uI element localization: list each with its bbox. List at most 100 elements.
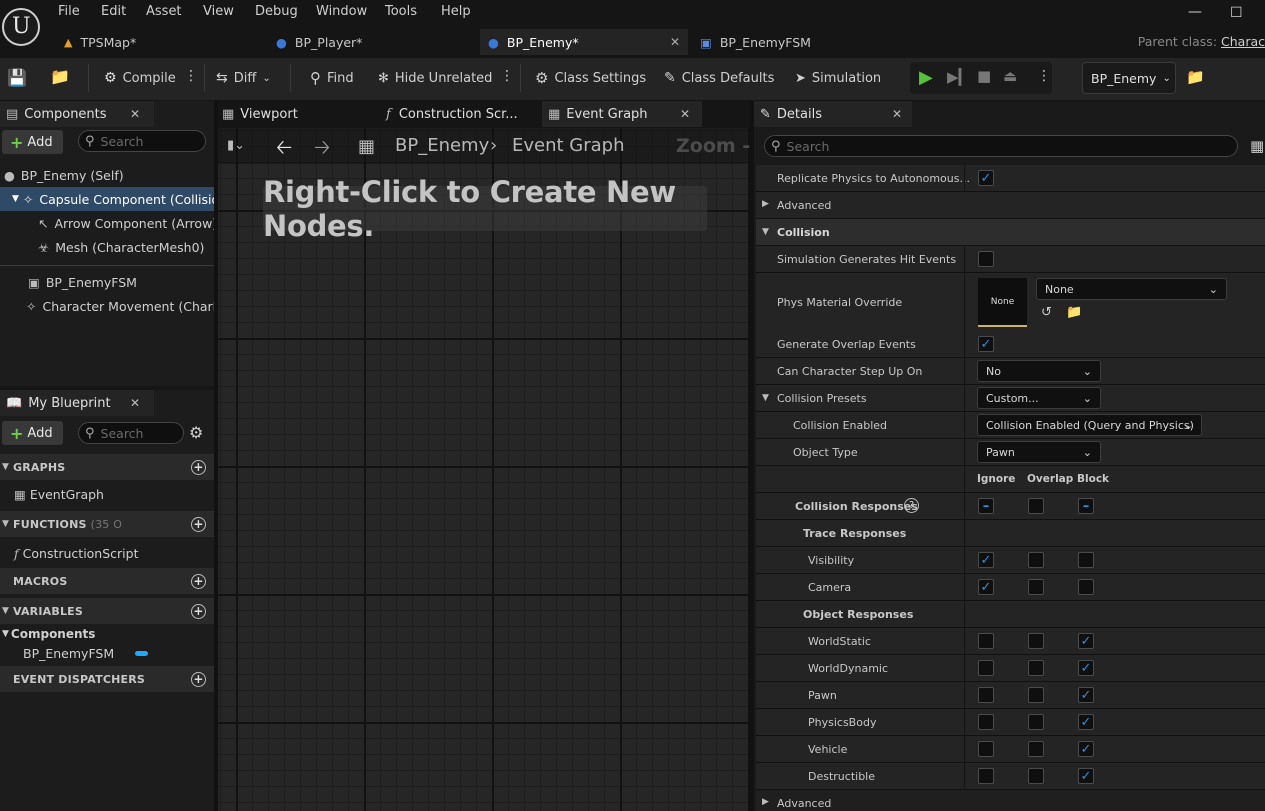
menu-tools[interactable]: Tools (385, 4, 417, 22)
object-type-dropdown[interactable]: Pawn ⌄ (977, 441, 1101, 463)
minimize-icon[interactable]: — (1188, 4, 1202, 20)
compile-options-icon[interactable]: ⋮ (184, 68, 198, 84)
channel-overlap-checkbox[interactable] (1028, 633, 1044, 649)
breadcrumb-root[interactable]: BP_Enemy (395, 135, 489, 156)
variable-item-bp-enemyfsm[interactable]: BP_EnemyFSM (0, 642, 214, 664)
channel-overlap-checkbox[interactable] (1028, 768, 1044, 784)
play-icon[interactable]: ▶ (919, 67, 933, 88)
eject-icon[interactable]: ⏏ (1003, 67, 1017, 85)
step-up-dropdown[interactable]: No ⌄ (977, 360, 1101, 382)
menu-window[interactable]: Window (316, 4, 367, 22)
component-capsule[interactable]: ▼ ✧ Capsule Component (Collision (0, 187, 214, 211)
browse-debug-object-icon[interactable]: 📁 (1186, 68, 1205, 86)
use-selected-asset-icon[interactable]: ↺ (1041, 305, 1052, 320)
help-icon[interactable]: ? (904, 498, 919, 513)
class-defaults-button[interactable]: ✎ Class Defaults (664, 66, 774, 90)
tab-bp-enemyfsm[interactable]: ▣ BP_EnemyFSM (692, 29, 900, 55)
compile-button[interactable]: ⚙ Compile (104, 66, 176, 90)
menu-file[interactable]: File (58, 4, 80, 22)
forward-arrow-icon[interactable]: 🡢 (314, 133, 330, 167)
channel-overlap-checkbox[interactable] (1028, 741, 1044, 757)
add-macro-icon[interactable]: + (191, 573, 206, 589)
tab-event-graph[interactable]: ▦ Event Graph ✕ (542, 101, 702, 127)
stop-icon[interactable]: ■ (977, 67, 991, 85)
responses-ignore-all-checkbox[interactable]: – (978, 498, 994, 514)
channel-block-checkbox[interactable]: ✓ (1078, 714, 1094, 730)
panel-splitter[interactable] (214, 101, 218, 811)
close-icon[interactable]: ✕ (670, 35, 680, 49)
channel-block-checkbox[interactable] (1078, 552, 1094, 568)
expand-arrow-icon[interactable]: ▼ (12, 194, 19, 204)
close-icon[interactable]: ✕ (130, 396, 140, 410)
channel-ignore-checkbox[interactable] (978, 741, 994, 757)
browse-asset-icon[interactable]: 📁 (50, 67, 70, 86)
my-blueprint-tab[interactable]: 📖 My Blueprint ✕ (0, 390, 154, 416)
channel-overlap-checkbox[interactable] (1028, 552, 1044, 568)
responses-overlap-all-checkbox[interactable] (1028, 498, 1044, 514)
section-event-dispatchers[interactable]: EVENT DISPATCHERS + (0, 666, 214, 692)
collision-enabled-dropdown[interactable]: Collision Enabled (Query and Physics) ⌄ (977, 414, 1202, 436)
components-tab[interactable]: ▤ Components ✕ (0, 101, 154, 127)
channel-ignore-checkbox[interactable]: ✓ (978, 552, 994, 568)
channel-ignore-checkbox[interactable] (978, 660, 994, 676)
close-icon[interactable]: ✕ (680, 107, 690, 121)
tab-viewport[interactable]: ▦ Viewport (216, 101, 376, 127)
channel-overlap-checkbox[interactable] (1028, 687, 1044, 703)
component-character-movement[interactable]: ✧ Character Movement (CharM (0, 294, 214, 318)
add-member-button[interactable]: + Add (2, 421, 63, 445)
browse-asset-icon[interactable]: 📁 (1066, 305, 1082, 320)
add-variable-icon[interactable]: + (191, 603, 206, 619)
bookmark-icon[interactable]: ▮⌄ (227, 138, 245, 153)
channel-block-checkbox[interactable] (1078, 579, 1094, 595)
components-search-input[interactable]: ⚲ Search (78, 130, 206, 152)
channel-ignore-checkbox[interactable] (978, 687, 994, 703)
gear-icon[interactable]: ⚙ (189, 423, 203, 442)
channel-overlap-checkbox[interactable] (1028, 660, 1044, 676)
find-button[interactable]: ⚲ Find (310, 66, 354, 90)
channel-block-checkbox[interactable]: ✓ (1078, 633, 1094, 649)
details-tab[interactable]: ✎ Details ✕ (754, 101, 912, 127)
tab-tpsmap[interactable]: ▲ TPSMap* (56, 29, 264, 55)
close-icon[interactable]: ✕ (892, 107, 902, 121)
menu-edit[interactable]: Edit (101, 4, 126, 22)
section-graphs[interactable]: ▼ GRAPHS + (0, 454, 214, 480)
category-collision[interactable]: ▼ Collision (756, 219, 1265, 246)
channel-block-checkbox[interactable]: ✓ (1078, 741, 1094, 757)
function-item-constructionscript[interactable]: f ConstructionScript (0, 541, 214, 565)
simulation-button[interactable]: ➤ Simulation (795, 66, 881, 90)
add-component-button[interactable]: + Add (2, 130, 63, 154)
my-blueprint-search-input[interactable]: ⚲ Search (78, 422, 184, 444)
section-variables[interactable]: ▼ VARIABLES + (0, 598, 214, 624)
collapse-arrow-icon[interactable]: ▼ (762, 393, 769, 403)
play-options-icon[interactable]: ⋮ (1037, 68, 1051, 84)
component-arrow[interactable]: ↖ Arrow Component (Arrow) (0, 211, 214, 235)
channel-block-checkbox[interactable]: ✓ (1078, 768, 1094, 784)
component-enemyfsm[interactable]: ▣ BP_EnemyFSM (0, 270, 214, 294)
channel-block-checkbox[interactable]: ✓ (1078, 660, 1094, 676)
unreal-logo-icon[interactable]: U (2, 8, 40, 46)
prop-row-advanced[interactable]: ▶ Advanced (756, 192, 1265, 219)
overlap-events-checkbox[interactable]: ✓ (978, 336, 994, 352)
section-functions[interactable]: ▼ FUNCTIONS (35 O + (0, 511, 214, 537)
back-arrow-icon[interactable]: 🡠 (276, 133, 292, 167)
menu-help[interactable]: Help (441, 4, 471, 22)
menu-debug[interactable]: Debug (255, 4, 298, 22)
channel-overlap-checkbox[interactable] (1028, 579, 1044, 595)
channel-block-checkbox[interactable]: ✓ (1078, 687, 1094, 703)
channel-ignore-checkbox[interactable] (978, 714, 994, 730)
sim-hit-events-checkbox[interactable] (978, 251, 994, 267)
class-settings-button[interactable]: ⚙ Class Settings (535, 66, 646, 90)
property-matrix-icon[interactable]: ▦ (1250, 137, 1264, 155)
hide-unrelated-button[interactable]: ✻ Hide Unrelated (378, 66, 492, 90)
add-function-icon[interactable]: + (191, 516, 206, 532)
diff-button[interactable]: ⇆ Diff ⌄ (216, 66, 271, 90)
responses-block-all-checkbox[interactable]: – (1078, 498, 1094, 514)
tab-bp-enemy[interactable]: ● BP_Enemy* ✕ (480, 29, 688, 55)
maximize-icon[interactable]: ☐ (1230, 5, 1243, 21)
graph-item-eventgraph[interactable]: ▦ EventGraph (0, 482, 214, 506)
channel-ignore-checkbox[interactable] (978, 633, 994, 649)
menu-asset[interactable]: Asset (146, 4, 182, 22)
replicate-physics-checkbox[interactable]: ✓ (978, 170, 994, 186)
channel-overlap-checkbox[interactable] (1028, 714, 1044, 730)
component-self[interactable]: ● BP_Enemy (Self) (0, 163, 214, 187)
